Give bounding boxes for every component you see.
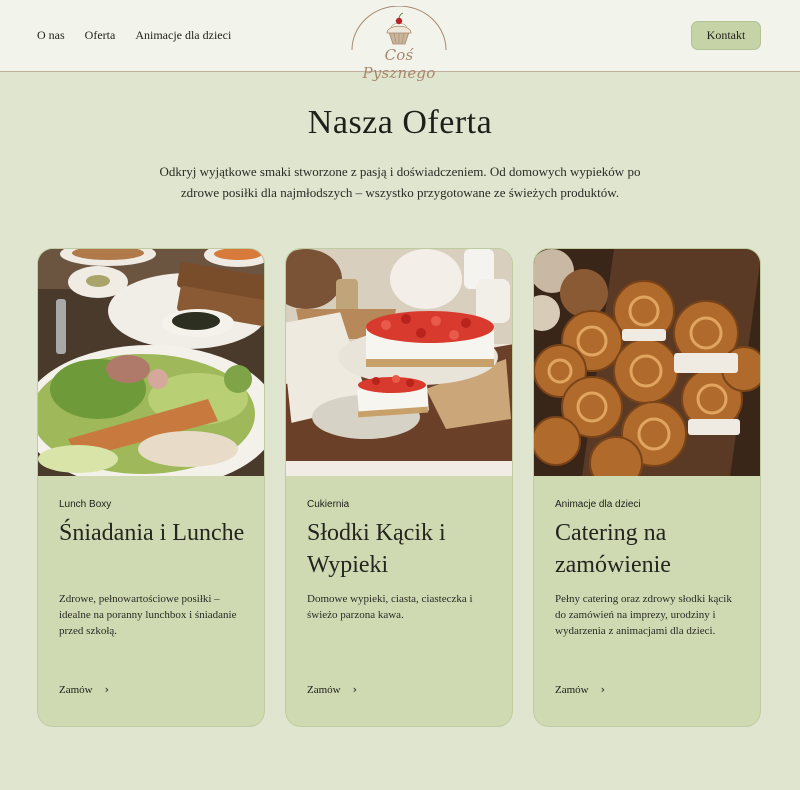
offer-card-catering[interactable]: Animacje dla dzieci Catering na zamówien… [533, 248, 761, 727]
page-subtitle: Odkryj wyjątkowe smaki stworzone z pasją… [159, 164, 641, 200]
cheesecake-photo [286, 249, 512, 476]
nav-link-o-nas[interactable]: O nas [37, 28, 65, 43]
card-category: Cukiernia [307, 499, 350, 510]
offer-card-sweets[interactable]: Cukiernia Słodki Kącik i Wypieki Domowe … [285, 248, 513, 727]
site-header: O nas Oferta Animacje dla dzieci Coś Pys… [0, 0, 800, 82]
card-description: Pełny catering oraz zdrowy słodki kącik … [555, 593, 732, 637]
offer-card-lunch[interactable]: Lunch Boxy Śniadania i Lunche Zdrowe, pe… [37, 248, 265, 727]
order-link[interactable]: Zamów › [555, 683, 605, 696]
site-logo[interactable]: Coś Pysznego [350, 5, 448, 82]
order-link-label: Zamów [59, 683, 93, 696]
nav-link-animacje[interactable]: Animacje dla dzieci [135, 28, 231, 43]
order-link-label: Zamów [307, 683, 341, 696]
page-title: Nasza Oferta [307, 104, 493, 141]
nav-link-oferta[interactable]: Oferta [85, 28, 116, 43]
card-description: Domowe wypieki, ciasta, ciasteczka i świ… [307, 593, 473, 621]
chevron-right-icon: › [104, 683, 110, 696]
card-title: Catering na zamówienie [555, 520, 671, 578]
contact-button[interactable]: Kontakt [691, 21, 761, 50]
card-title: Słodki Kącik i Wypieki [307, 520, 446, 578]
order-link[interactable]: Zamów › [59, 683, 109, 696]
pastries-photo [534, 249, 760, 476]
order-link[interactable]: Zamów › [307, 683, 357, 696]
card-category: Lunch Boxy [59, 499, 112, 510]
card-category: Animacje dla dzieci [555, 499, 641, 510]
order-link-label: Zamów [555, 683, 589, 696]
card-title: Śniadania i Lunche [59, 520, 245, 546]
card-description: Zdrowe, pełnowartościowe posiłki – ideal… [59, 593, 237, 637]
chevron-right-icon: › [600, 683, 606, 696]
lunch-photo [38, 249, 264, 476]
main-nav: O nas Oferta Animacje dla dzieci [37, 28, 231, 43]
logo-text: Coś Pysznego [362, 46, 436, 82]
chevron-right-icon: › [352, 683, 358, 696]
